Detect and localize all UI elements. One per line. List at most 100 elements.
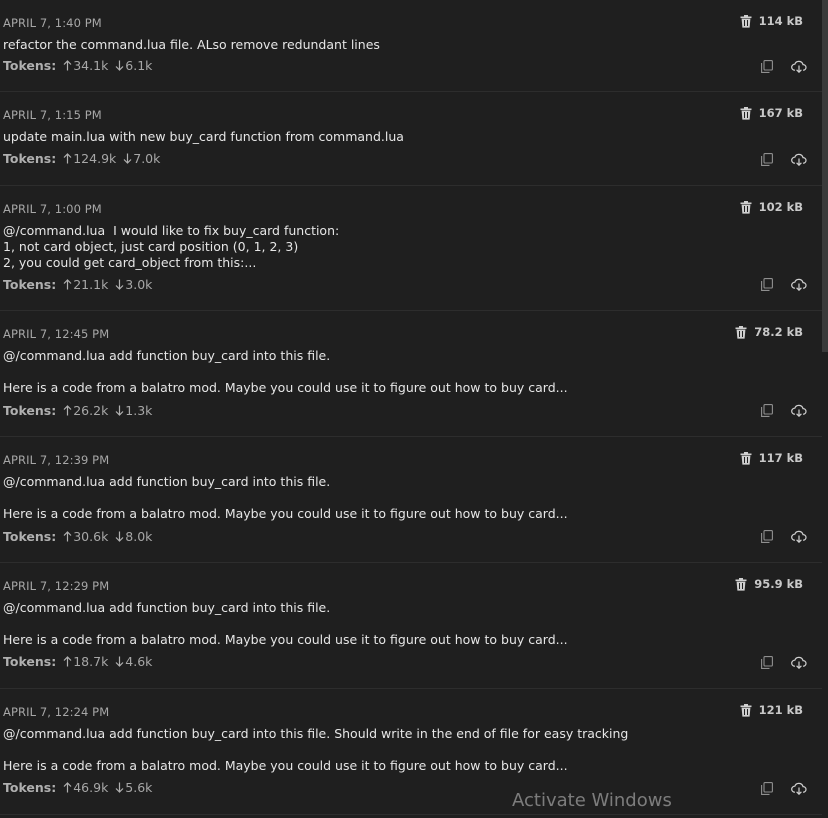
arrow-down-icon — [115, 655, 124, 667]
arrow-up-icon — [63, 404, 72, 416]
task-prompt-text: @/command.lua add function buy_card into… — [3, 726, 629, 773]
trash-icon[interactable] — [740, 200, 752, 214]
task-size: 78.2 kB — [735, 325, 803, 339]
task-prompt-text: @/command.lua I would like to fix buy_ca… — [3, 223, 340, 270]
task-history-item[interactable]: APRIL 7, 1:15 PM 167 kB update main.lua … — [0, 92, 822, 186]
tokens-label: Tokens: — [3, 151, 57, 166]
arrow-up-icon — [63, 278, 72, 290]
task-token-usage: Tokens: 18.7k 4.6k — [3, 654, 152, 669]
cloud-download-icon[interactable] — [790, 277, 808, 291]
task-token-usage: Tokens: 26.2k 1.3k — [3, 403, 152, 418]
task-history-item[interactable]: APRIL 7, 12:29 PM 95.9 kB @/command.lua … — [0, 563, 822, 689]
task-actions — [758, 152, 808, 166]
arrow-up-icon — [63, 530, 72, 542]
activate-windows-watermark: Activate Windows — [512, 790, 672, 811]
tokens-in-value: 46.9k — [73, 780, 109, 795]
tokens-label: Tokens: — [3, 654, 57, 669]
arrow-down-icon — [115, 404, 124, 416]
tokens-out-value: 1.3k — [125, 403, 153, 418]
task-size: 167 kB — [740, 106, 803, 120]
task-timestamp: APRIL 7, 12:39 PM — [3, 453, 110, 467]
arrow-down-icon — [115, 59, 124, 71]
cloud-download-icon[interactable] — [790, 655, 808, 669]
task-size: 114 kB — [740, 14, 803, 28]
scrollbar-thumb[interactable] — [822, 0, 828, 352]
task-size-label: 167 kB — [758, 106, 803, 120]
task-timestamp: APRIL 7, 1:00 PM — [3, 202, 102, 216]
trash-icon[interactable] — [740, 451, 752, 465]
task-history-panel: APRIL 7, 1:40 PM 114 kB refactor the com… — [0, 0, 828, 818]
tokens-out-value: 6.1k — [125, 58, 153, 73]
task-timestamp: APRIL 7, 12:29 PM — [3, 579, 110, 593]
cloud-download-icon[interactable] — [790, 781, 808, 795]
trash-icon[interactable] — [735, 325, 747, 339]
arrow-up-icon — [63, 152, 72, 164]
task-history-item[interactable]: APRIL 7, 12:24 PM 121 kB @/command.lua a… — [0, 689, 822, 815]
tokens-label: Tokens: — [3, 58, 57, 73]
tokens-in-value: 30.6k — [73, 529, 109, 544]
copy-icon[interactable] — [758, 529, 776, 543]
task-prompt-text: update main.lua with new buy_card functi… — [3, 129, 404, 144]
copy-icon[interactable] — [758, 403, 776, 417]
copy-icon[interactable] — [758, 59, 776, 73]
tokens-label: Tokens: — [3, 277, 57, 292]
task-size-label: 121 kB — [758, 703, 803, 717]
task-history-item[interactable]: APRIL 7, 12:45 PM 78.2 kB @/command.lua … — [0, 311, 822, 437]
tokens-out-value: 7.0k — [133, 151, 161, 166]
tokens-label: Tokens: — [3, 780, 57, 795]
task-size-label: 95.9 kB — [754, 577, 803, 591]
task-timestamp: APRIL 7, 1:40 PM — [3, 16, 102, 30]
task-size: 121 kB — [740, 703, 803, 717]
tokens-in-value: 26.2k — [73, 403, 109, 418]
task-actions — [758, 59, 808, 73]
tokens-out-value: 3.0k — [125, 277, 153, 292]
cloud-download-icon[interactable] — [790, 529, 808, 543]
task-token-usage: Tokens: 30.6k 8.0k — [3, 529, 152, 544]
task-history-item[interactable]: APRIL 7, 1:00 PM 102 kB @/command.lua I … — [0, 186, 822, 311]
copy-icon[interactable] — [758, 781, 776, 795]
task-size: 102 kB — [740, 200, 803, 214]
task-token-usage: Tokens: 124.9k 7.0k — [3, 151, 160, 166]
trash-icon[interactable] — [740, 106, 752, 120]
copy-icon[interactable] — [758, 655, 776, 669]
tokens-in-value: 124.9k — [73, 151, 117, 166]
task-prompt-text: @/command.lua add function buy_card into… — [3, 600, 568, 647]
tokens-out-value: 4.6k — [125, 654, 153, 669]
task-size-label: 117 kB — [758, 451, 803, 465]
trash-icon[interactable] — [740, 14, 752, 28]
cloud-download-icon[interactable] — [790, 59, 808, 73]
task-actions — [758, 277, 808, 291]
task-timestamp: APRIL 7, 1:15 PM — [3, 108, 102, 122]
task-token-usage: Tokens: 34.1k 6.1k — [3, 58, 152, 73]
task-prompt-text: @/command.lua add function buy_card into… — [3, 348, 568, 395]
task-size: 117 kB — [740, 451, 803, 465]
task-size-label: 114 kB — [758, 14, 803, 28]
copy-icon[interactable] — [758, 152, 776, 166]
cloud-download-icon[interactable] — [790, 403, 808, 417]
task-prompt-text: @/command.lua add function buy_card into… — [3, 474, 568, 521]
trash-icon[interactable] — [735, 577, 747, 591]
task-history-item[interactable]: APRIL 7, 12:39 PM 117 kB @/command.lua a… — [0, 437, 822, 563]
arrow-up-icon — [63, 781, 72, 793]
task-prompt-text: refactor the command.lua file. ALso remo… — [3, 37, 380, 52]
task-history-item[interactable]: APRIL 7, 1:40 PM 114 kB refactor the com… — [0, 0, 822, 92]
trash-icon[interactable] — [740, 703, 752, 717]
tokens-label: Tokens: — [3, 529, 57, 544]
arrow-down-icon — [123, 152, 132, 164]
task-timestamp: APRIL 7, 12:45 PM — [3, 327, 110, 341]
arrow-down-icon — [115, 781, 124, 793]
tokens-in-value: 18.7k — [73, 654, 109, 669]
tokens-in-value: 21.1k — [73, 277, 109, 292]
task-token-usage: Tokens: 21.1k 3.0k — [3, 277, 152, 292]
tokens-out-value: 8.0k — [125, 529, 153, 544]
tokens-in-value: 34.1k — [73, 58, 109, 73]
task-timestamp: APRIL 7, 12:24 PM — [3, 705, 110, 719]
copy-icon[interactable] — [758, 277, 776, 291]
task-actions — [758, 529, 808, 543]
cloud-download-icon[interactable] — [790, 152, 808, 166]
tokens-out-value: 5.6k — [125, 780, 153, 795]
task-size-label: 102 kB — [758, 200, 803, 214]
task-token-usage: Tokens: 46.9k 5.6k — [3, 780, 152, 795]
task-size-label: 78.2 kB — [754, 325, 803, 339]
vertical-scrollbar[interactable] — [822, 0, 828, 818]
